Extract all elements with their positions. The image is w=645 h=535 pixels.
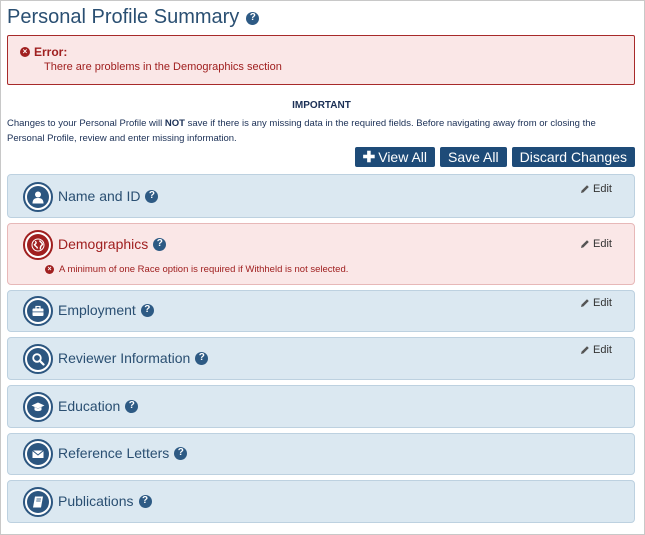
error-icon: ×	[20, 47, 30, 57]
section-reference-letters[interactable]: Reference Letters?	[7, 433, 635, 475]
edit-label: Edit	[593, 344, 612, 356]
person-icon	[23, 182, 53, 212]
help-icon[interactable]: ?	[140, 303, 154, 317]
notice-text-bold: NOT	[164, 118, 185, 129]
edit-label: Edit	[593, 297, 612, 309]
important-notice: Changes to your Personal Profile will NO…	[7, 116, 635, 146]
section-label-education: Education	[58, 398, 121, 414]
section-label-reference-letters: Reference Letters	[58, 445, 170, 461]
important-heading: IMPORTANT	[292, 100, 351, 111]
graduation-cap-icon	[23, 392, 53, 422]
section-label-demographics: Demographics	[58, 236, 149, 252]
edit-employment-button[interactable]: Edit	[580, 297, 612, 309]
demographics-error: × A minimum of one Race option is require…	[45, 264, 348, 275]
envelope-icon	[23, 439, 53, 469]
page-header: Personal Profile Summary ?	[7, 5, 260, 29]
edit-demographics-button[interactable]: Edit	[580, 238, 612, 250]
section-label-employment: Employment	[58, 302, 136, 318]
error-alert: × Error: There are problems in the Demog…	[7, 35, 635, 85]
help-icon[interactable]: ?	[174, 446, 188, 460]
page-title: Personal Profile Summary	[7, 5, 240, 28]
error-icon: ×	[45, 265, 54, 274]
view-all-label: View All	[378, 149, 428, 165]
discard-changes-button[interactable]: Discard Changes	[511, 147, 635, 167]
edit-label: Edit	[593, 183, 612, 195]
section-education[interactable]: Education?	[7, 385, 635, 428]
section-reviewer-information[interactable]: Reviewer Information? Edit	[7, 337, 635, 380]
magnifier-icon	[23, 344, 53, 374]
edit-reviewer-information-button[interactable]: Edit	[580, 344, 612, 356]
section-label-reviewer-information: Reviewer Information	[58, 350, 191, 366]
error-heading: × Error:	[20, 45, 67, 59]
edit-label: Edit	[593, 238, 612, 250]
help-icon[interactable]: ?	[138, 494, 152, 508]
pencil-icon	[581, 185, 589, 193]
pencil-icon	[581, 346, 589, 354]
save-all-button[interactable]: Save All	[440, 147, 507, 167]
help-icon[interactable]: ?	[246, 11, 260, 25]
help-icon[interactable]: ?	[195, 351, 209, 365]
globe-icon	[23, 230, 53, 260]
section-demographics[interactable]: Demographics? Edit × A minimum of one Rac…	[7, 223, 635, 285]
view-all-button[interactable]: ✚ View All	[354, 147, 436, 167]
edit-name-and-id-button[interactable]: Edit	[580, 183, 612, 195]
help-icon[interactable]: ?	[125, 399, 139, 413]
section-employment[interactable]: Employment? Edit	[7, 290, 635, 332]
help-icon[interactable]: ?	[145, 189, 159, 203]
action-buttons: ✚ View All Save All Discard Changes	[354, 147, 635, 167]
section-publications[interactable]: Publications?	[7, 480, 635, 523]
notice-text-before: Changes to your Personal Profile will	[7, 118, 165, 129]
briefcase-icon	[23, 296, 53, 326]
demographics-error-message: A minimum of one Race option is required…	[59, 264, 349, 275]
pencil-icon	[581, 299, 589, 307]
error-message: There are problems in the Demographics s…	[44, 61, 282, 73]
section-label-name-and-id: Name and ID	[58, 188, 141, 204]
pencil-icon	[581, 240, 589, 248]
section-label-publications: Publications	[58, 493, 134, 509]
help-icon[interactable]: ?	[153, 237, 167, 251]
plus-icon: ✚	[362, 149, 376, 166]
book-icon	[23, 487, 53, 517]
section-name-and-id[interactable]: Name and ID? Edit	[7, 174, 635, 218]
error-label: Error:	[34, 45, 68, 59]
